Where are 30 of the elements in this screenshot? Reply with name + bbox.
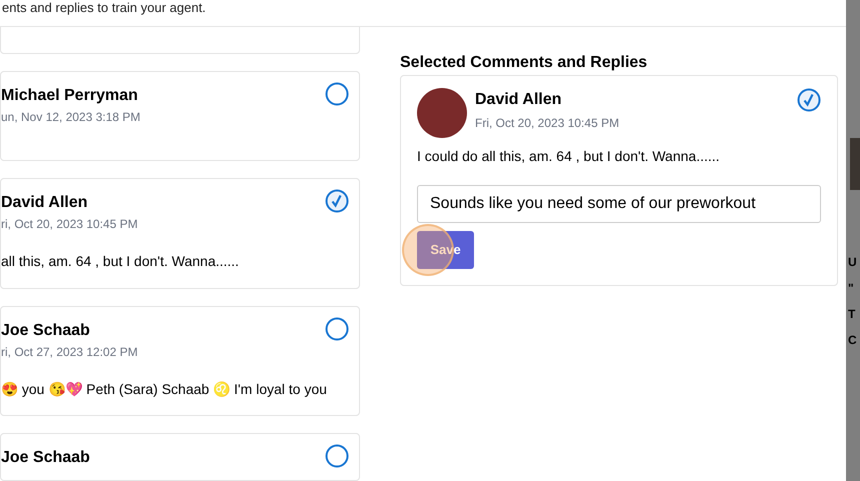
comment-text: I could do all this, am. 64 , but I don't. Wanna...... <box>417 147 721 166</box>
comment-date: ri, Oct 20, 2023 10:45 PM <box>1 216 139 233</box>
avatar <box>417 88 467 138</box>
commenter-name: Joe Schaab <box>1 320 90 340</box>
comment-date: un, Nov 12, 2023 3:18 PM <box>1 109 142 126</box>
commenter-name: David Allen <box>475 90 563 110</box>
comment-card[interactable]: Joe Schaab ri, Oct 27, 2023 12:02 PM 😍 you 😘💖 Peth (Sara) Schaab ♌ I'm loyal to you <box>0 306 360 416</box>
comment-text: all this, am. 64 , but I don't. Wanna...... <box>1 252 240 271</box>
commenter-name: Joe Schaab <box>1 448 90 468</box>
comment-card[interactable]: Michael Perryman un, Nov 12, 2023 3:18 PM <box>0 71 360 161</box>
cut-off-text: C <box>848 332 858 348</box>
unchecked-circle-icon[interactable] <box>325 444 349 468</box>
comment-card[interactable]: Joe Schaab <box>0 433 360 481</box>
checked-circle-icon[interactable] <box>797 88 821 112</box>
comment-date: Fri, Oct 20, 2023 10:45 PM <box>475 115 620 132</box>
cut-off-text: T <box>848 306 856 322</box>
cut-off-text: " <box>848 280 855 296</box>
reply-input[interactable]: Sounds like you need some of our preworkout <box>417 185 821 223</box>
unchecked-circle-icon[interactable] <box>325 316 349 340</box>
commenter-name: David Allen <box>1 193 88 213</box>
comment-card[interactable]: David Allen ri, Oct 20, 2023 10:45 PM all this, am. 64 , but I don't. Wanna...... <box>0 178 360 288</box>
comment-date: ri, Oct 27, 2023 12:02 PM <box>1 344 139 360</box>
cut-off-text: U <box>848 254 858 270</box>
unchecked-circle-icon[interactable] <box>325 82 349 106</box>
comment-text: 😍 you 😘💖 Peth (Sara) Schaab ♌ I'm loyal to you <box>1 380 328 399</box>
checked-circle-icon[interactable] <box>325 189 349 213</box>
subtitle-text: ents and replies to train your agent. <box>1 0 206 15</box>
commenter-name: Michael Perryman <box>1 86 138 106</box>
photo-placeholder <box>850 138 860 190</box>
panel-title: Selected Comments and Replies <box>400 53 648 73</box>
